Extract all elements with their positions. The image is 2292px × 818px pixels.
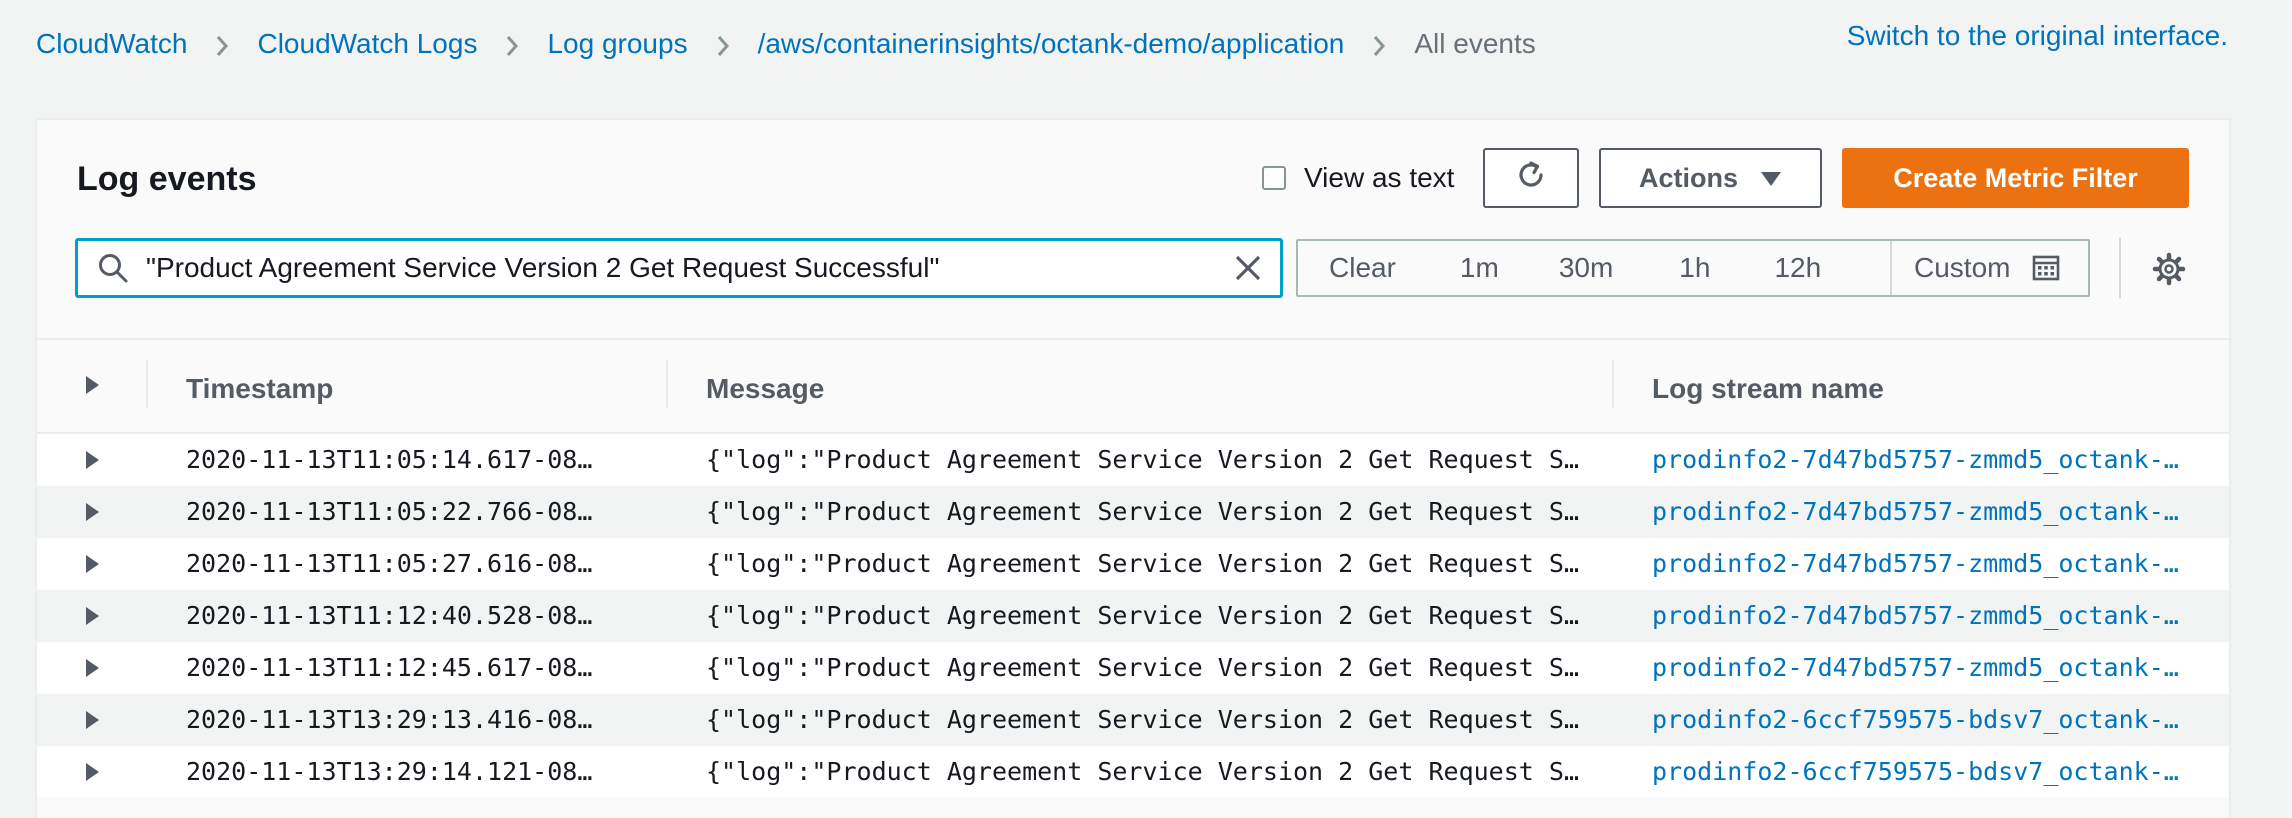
search-input[interactable]: "Product Agreement Service Version 2 Get…	[75, 238, 1283, 298]
view-as-text-toggle[interactable]: View as text	[1262, 162, 1454, 194]
caret-down-icon	[1760, 163, 1782, 194]
table-row[interactable]: 2020-11-13T11:05:14.617-08:00 {"log":"Pr…	[37, 434, 2229, 486]
time-range-selector: Clear 1m 30m 1h 12h Custom	[1296, 239, 2090, 297]
row-message: {"log":"Product Agreement Service Versio…	[706, 549, 1586, 578]
row-message: {"log":"Product Agreement Service Versio…	[706, 653, 1586, 682]
row-timestamp: 2020-11-13T11:05:27.616-08:00	[186, 549, 606, 578]
range-1h-button[interactable]: 1h	[1679, 252, 1710, 284]
row-log-stream-link[interactable]: prodinfo2-7d47bd5757-zmmd5_octank-me…	[1652, 497, 2192, 526]
log-events-panel: Log events View as text Actions Create M…	[35, 118, 2231, 818]
refresh-icon	[1514, 158, 1548, 199]
row-timestamp: 2020-11-13T11:12:40.528-08:00	[186, 601, 606, 630]
row-log-stream-link[interactable]: prodinfo2-6ccf759575-bdsv7_octank-me…	[1652, 757, 2192, 786]
breadcrumb-log-group[interactable]: /aws/containerinsights/octank-demo/appli…	[758, 28, 1345, 60]
switch-interface-link[interactable]: Switch to the original interface.	[1847, 20, 2228, 52]
caret-right-icon[interactable]	[84, 450, 100, 475]
column-header-message[interactable]: Message	[706, 373, 824, 405]
chevron-right-icon	[477, 28, 547, 60]
chevron-right-icon	[1344, 28, 1414, 60]
view-as-text-label: View as text	[1304, 162, 1455, 193]
table-row[interactable]: 2020-11-13T11:12:45.617-08:00 {"log":"Pr…	[37, 642, 2229, 694]
toolbar-divider	[2119, 238, 2121, 298]
actions-label: Actions	[1638, 162, 1738, 193]
column-divider	[146, 360, 148, 408]
row-message: {"log":"Product Agreement Service Versio…	[706, 601, 1586, 630]
row-timestamp: 2020-11-13T11:12:45.617-08:00	[186, 653, 606, 682]
row-timestamp: 2020-11-13T11:05:22.766-08:00	[186, 497, 606, 526]
row-log-stream-link[interactable]: prodinfo2-7d47bd5757-zmmd5_octank-me…	[1652, 549, 2192, 578]
row-timestamp: 2020-11-13T11:05:14.617-08:00	[186, 445, 606, 474]
column-divider	[666, 360, 668, 408]
breadcrumb: CloudWatch CloudWatch Logs Log groups /a…	[36, 28, 1536, 60]
search-value: "Product Agreement Service Version 2 Get…	[146, 252, 940, 283]
table-row[interactable]: 2020-11-13T11:05:22.766-08:00 {"log":"Pr…	[37, 486, 2229, 538]
table-row[interactable]: 2020-11-13T11:05:27.616-08:00 {"log":"Pr…	[37, 538, 2229, 590]
row-message: {"log":"Product Agreement Service Versio…	[706, 497, 1586, 526]
column-header-log-stream[interactable]: Log stream name	[1652, 373, 1884, 405]
row-message: {"log":"Product Agreement Service Versio…	[706, 445, 1586, 474]
view-as-text-checkbox[interactable]	[1262, 166, 1286, 190]
row-log-stream-link[interactable]: prodinfo2-7d47bd5757-zmmd5_octank-me…	[1652, 653, 2192, 682]
caret-right-icon[interactable]	[84, 710, 100, 735]
breadcrumb-current: All events	[1414, 28, 1536, 59]
create-metric-filter-button[interactable]: Create Metric Filter	[1842, 148, 2189, 208]
range-clear-button[interactable]: Clear	[1329, 252, 1396, 284]
caret-right-icon[interactable]	[84, 606, 100, 631]
table-row[interactable]: 2020-11-13T13:29:14.121-08:00 {"log":"Pr…	[37, 746, 2229, 798]
row-message: {"log":"Product Agreement Service Versio…	[706, 705, 1586, 734]
column-header-timestamp[interactable]: Timestamp	[186, 373, 333, 405]
close-icon[interactable]	[1234, 254, 1262, 282]
caret-right-icon[interactable]	[84, 554, 100, 579]
row-timestamp: 2020-11-13T13:29:13.416-08:00	[186, 705, 606, 734]
chevron-right-icon	[688, 28, 758, 60]
breadcrumb-cloudwatch[interactable]: CloudWatch	[36, 28, 187, 60]
breadcrumb-cloudwatch-logs[interactable]: CloudWatch Logs	[257, 28, 477, 60]
caret-right-icon[interactable]	[84, 502, 100, 527]
caret-right-icon[interactable]	[84, 658, 100, 683]
calendar-icon	[2032, 254, 2060, 282]
search-icon	[96, 251, 130, 285]
breadcrumb-log-groups[interactable]: Log groups	[547, 28, 687, 60]
range-custom-label: Custom	[1914, 252, 2011, 283]
row-log-stream-link[interactable]: prodinfo2-6ccf759575-bdsv7_octank-me…	[1652, 705, 2192, 734]
caret-right-icon[interactable]	[84, 762, 100, 787]
range-30m-button[interactable]: 30m	[1559, 252, 1613, 284]
table-header: Timestamp Message Log stream name	[37, 340, 2229, 434]
range-1m-button[interactable]: 1m	[1460, 252, 1499, 284]
table-row[interactable]: 2020-11-13T13:29:13.416-08:00 {"log":"Pr…	[37, 694, 2229, 746]
range-12h-button[interactable]: 12h	[1774, 252, 1821, 284]
row-message: {"log":"Product Agreement Service Versio…	[706, 757, 1586, 786]
panel-title: Log events	[77, 160, 257, 198]
gear-icon[interactable]	[2152, 252, 2186, 286]
expand-all-caret-icon[interactable]	[84, 375, 100, 400]
row-log-stream-link[interactable]: prodinfo2-7d47bd5757-zmmd5_octank-me…	[1652, 601, 2192, 630]
row-timestamp: 2020-11-13T13:29:14.121-08:00	[186, 757, 606, 786]
table-row[interactable]: 2020-11-13T11:12:40.528-08:00 {"log":"Pr…	[37, 590, 2229, 642]
refresh-button[interactable]	[1483, 148, 1579, 208]
column-divider	[1612, 360, 1614, 408]
actions-button[interactable]: Actions	[1599, 148, 1822, 208]
range-custom-button[interactable]: Custom	[1890, 241, 2060, 295]
row-log-stream-link[interactable]: prodinfo2-7d47bd5757-zmmd5_octank-me…	[1652, 445, 2192, 474]
chevron-right-icon	[187, 28, 257, 60]
